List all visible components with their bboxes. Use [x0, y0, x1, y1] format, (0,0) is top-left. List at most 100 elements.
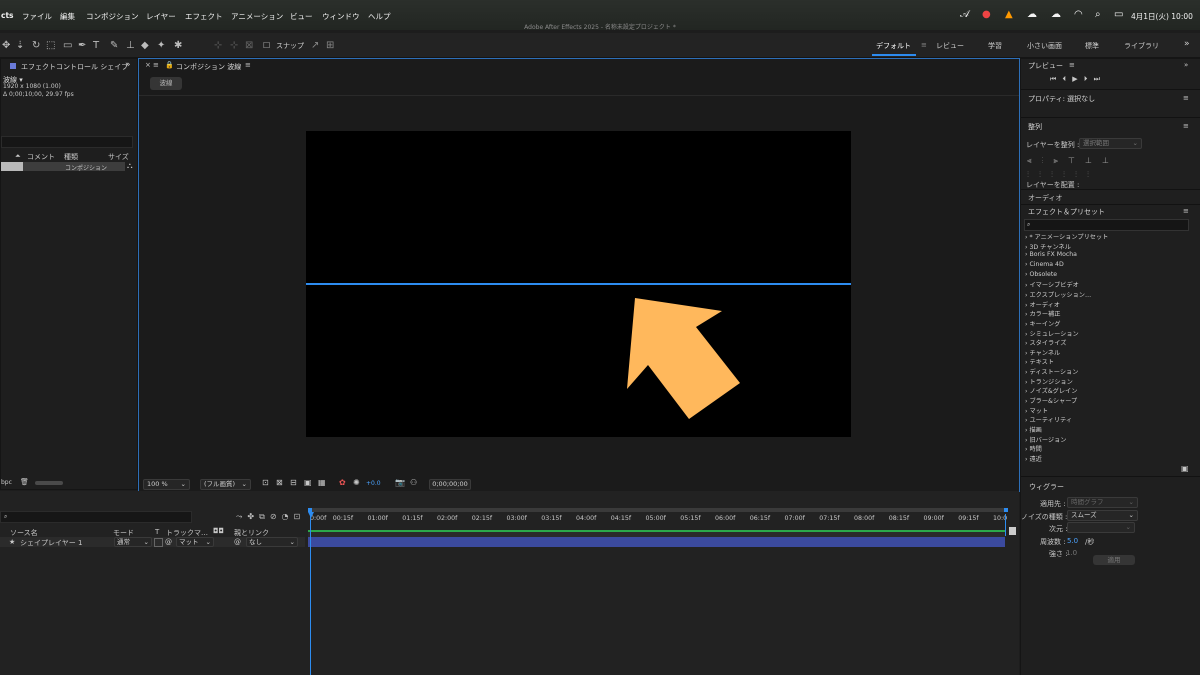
timeline-search-input[interactable]: ⌕ — [0, 511, 192, 523]
effects-title[interactable]: エフェクト＆プリセット — [1028, 207, 1105, 217]
workspace-learn[interactable]: 学習 — [988, 41, 1002, 51]
snap-checkbox[interactable]: ☐ — [263, 41, 270, 50]
comp-end-marker-icon[interactable] — [1009, 527, 1016, 535]
align-left-icon[interactable]: ⫷ — [1027, 156, 1042, 165]
mask-visibility-icon[interactable]: ⊟ — [290, 478, 297, 487]
draft-3d-icon[interactable]: ✤ — [247, 512, 259, 521]
last-frame-icon[interactable]: ⏭ — [1094, 75, 1100, 83]
color-management-icon[interactable]: ✺ — [353, 478, 360, 487]
effects-menu-icon[interactable]: ≡ — [1183, 207, 1189, 215]
column-size[interactable]: サイズ — [108, 152, 129, 162]
noise-type-dropdown[interactable]: スムーズ ⌄ — [1067, 510, 1138, 521]
comp-viewer-canvas[interactable] — [306, 131, 851, 437]
column-comment[interactable]: コメント — [27, 152, 55, 162]
time-ruler[interactable]: 0:00f 00:15f 01:00f 01:15f 02:00f 02:15f 03:00… — [308, 513, 1013, 525]
parent-pickwhip-icon[interactable]: @ — [234, 538, 241, 546]
exposure-value[interactable]: +0.0 — [366, 480, 381, 487]
align-center-v-icon[interactable]: ⊥ — [1085, 156, 1102, 165]
effects-list-item[interactable]: › ブラー&シャープ — [1025, 396, 1077, 405]
pen-tool-icon[interactable]: ✒ — [78, 40, 86, 51]
menu-window[interactable]: ウィンドウ — [322, 11, 360, 22]
comp-panel-title[interactable]: コンポジション 波線 — [176, 62, 241, 72]
next-frame-icon[interactable]: ⏵ — [1084, 75, 1088, 83]
more-workspaces-icon[interactable]: » — [1184, 39, 1190, 49]
comp-title-menu-icon[interactable]: ≡ — [245, 61, 251, 69]
app-menu[interactable]: cts — [1, 11, 14, 20]
snap-edge-icon[interactable]: ↗ — [311, 40, 319, 51]
dimension-dropdown[interactable]: ⌄ — [1067, 522, 1135, 533]
apply-to-dropdown[interactable]: 時間グラフ ⌄ — [1067, 497, 1138, 508]
lock-icon[interactable]: 🔒 — [165, 61, 174, 69]
frame-blending-icon[interactable]: ⊘ — [270, 512, 282, 521]
effects-list-item[interactable]: › シミュレーション — [1025, 329, 1079, 338]
align-top-icon[interactable]: ⊤ — [1068, 156, 1085, 165]
align-target-dropdown[interactable]: 選択範囲 ⌄ — [1079, 138, 1142, 149]
cloud-icon[interactable]: ☁ — [1051, 9, 1061, 20]
panel-more-icon[interactable]: » — [125, 60, 131, 70]
effects-list-item[interactable]: › テキスト — [1025, 357, 1054, 366]
menu-effect[interactable]: エフェクト — [185, 11, 223, 22]
effects-list-item[interactable]: › マット — [1025, 406, 1048, 415]
align-title[interactable]: 整列 — [1028, 122, 1042, 132]
distribute-right-icon[interactable]: ⫶ — [1087, 170, 1099, 179]
region-of-interest-icon[interactable]: ▣ — [304, 478, 312, 487]
playhead-handle-icon[interactable] — [308, 512, 314, 518]
comp-tab-button[interactable]: 波線 — [150, 77, 182, 90]
comp-panel-menu-icon[interactable]: ≡ — [153, 61, 159, 69]
creative-cloud-icon[interactable]: 𝒜 — [960, 9, 969, 20]
move-tool-icon[interactable]: ✥ — [2, 40, 10, 51]
playhead-line[interactable] — [310, 513, 311, 675]
motion-blur-icon[interactable]: ◔ — [282, 512, 294, 521]
frequency-value[interactable]: 5.0 — [1067, 537, 1078, 545]
effects-list-item[interactable]: › 3D チャンネル — [1025, 242, 1071, 251]
effects-list-item[interactable]: › エクスプレッション… — [1025, 290, 1091, 299]
camera-tool-icon[interactable]: ⬚ — [46, 40, 55, 51]
clone-stamp-icon[interactable]: ⊥ — [126, 40, 135, 51]
layer-row[interactable]: ★ シェイプレイヤー 1 通常 ⌄ @ マット ⌄ @ なし ⌄ — [0, 537, 305, 547]
vlc-icon[interactable]: ▲ — [1005, 9, 1013, 20]
layer-name[interactable]: シェイプレイヤー 1 — [20, 538, 82, 548]
bpc-toggle[interactable]: bpc — [1, 479, 12, 486]
align-bottom-icon[interactable]: ⊥ — [1102, 156, 1119, 165]
preview-title[interactable]: プレビュー — [1028, 61, 1063, 71]
effects-list-item[interactable]: › イマーシブビデオ — [1025, 280, 1079, 289]
effects-list-item[interactable]: › 遠近 — [1025, 454, 1042, 463]
rectangle-tool-icon[interactable]: ▭ — [63, 40, 72, 51]
axis-view-icon[interactable]: ⊠ — [245, 40, 253, 51]
effects-list-item[interactable]: › スタイライズ — [1025, 338, 1066, 347]
effects-list-item[interactable]: › キーイング — [1025, 319, 1060, 328]
effects-list-item[interactable]: › ディストーション — [1025, 367, 1078, 376]
effects-search-input[interactable]: ⌕ — [1024, 219, 1189, 231]
color-channel-icon[interactable]: ✿ — [339, 478, 346, 487]
preview-menu-icon[interactable]: ≡ — [1069, 61, 1075, 69]
pan-behind-icon[interactable]: ⇣ — [16, 40, 24, 51]
sort-icon[interactable]: ⏶ — [15, 152, 21, 161]
snapshot-icon[interactable]: 📷 — [395, 478, 405, 487]
effects-list-item[interactable]: › オーディオ — [1025, 300, 1060, 309]
effects-list-item[interactable]: › カラー補正 — [1025, 309, 1060, 318]
menu-composition[interactable]: コンポジション — [86, 11, 139, 22]
first-frame-icon[interactable]: ⏮ — [1050, 75, 1056, 83]
track-matte-dropdown[interactable]: マット ⌄ — [176, 537, 214, 547]
new-folder-icon[interactable]: ▣ — [1181, 464, 1189, 473]
effects-list-item[interactable]: › 旧バージョン — [1025, 435, 1067, 444]
distribute-left-icon[interactable]: ⫶ — [1063, 170, 1075, 179]
distribute-top-icon[interactable]: ⫶ — [1027, 170, 1039, 179]
effects-list-item[interactable]: › 描画 — [1025, 425, 1042, 434]
workspace-libraries[interactable]: ライブラリ — [1124, 41, 1159, 51]
clock[interactable]: 4月1日(火) 10:00 — [1131, 11, 1193, 22]
effects-list-item[interactable]: › チャンネル — [1025, 348, 1060, 357]
brush-tool-icon[interactable]: ✎ — [110, 40, 118, 51]
effects-list-item[interactable]: › 時間 — [1025, 444, 1042, 453]
menu-help[interactable]: ヘルプ — [368, 11, 391, 22]
grid-guides-icon[interactable]: ▦ — [318, 478, 326, 487]
table-row[interactable]: コンポジション — [1, 162, 125, 172]
menu-edit[interactable]: 編集 — [60, 11, 75, 22]
effects-list-item[interactable]: › ノイズ&グレイン — [1025, 386, 1077, 395]
current-time-display[interactable]: 0;00;00;00 — [429, 479, 471, 490]
magnitude-value[interactable]: 1.0 — [1066, 549, 1077, 557]
distribute-center-icon[interactable]: ⫶ — [1039, 170, 1051, 179]
preview-more-icon[interactable]: » — [1184, 61, 1188, 69]
axis-local-icon[interactable]: ⊹ — [214, 40, 222, 51]
trash-icon[interactable]: 🗑 — [20, 478, 29, 486]
